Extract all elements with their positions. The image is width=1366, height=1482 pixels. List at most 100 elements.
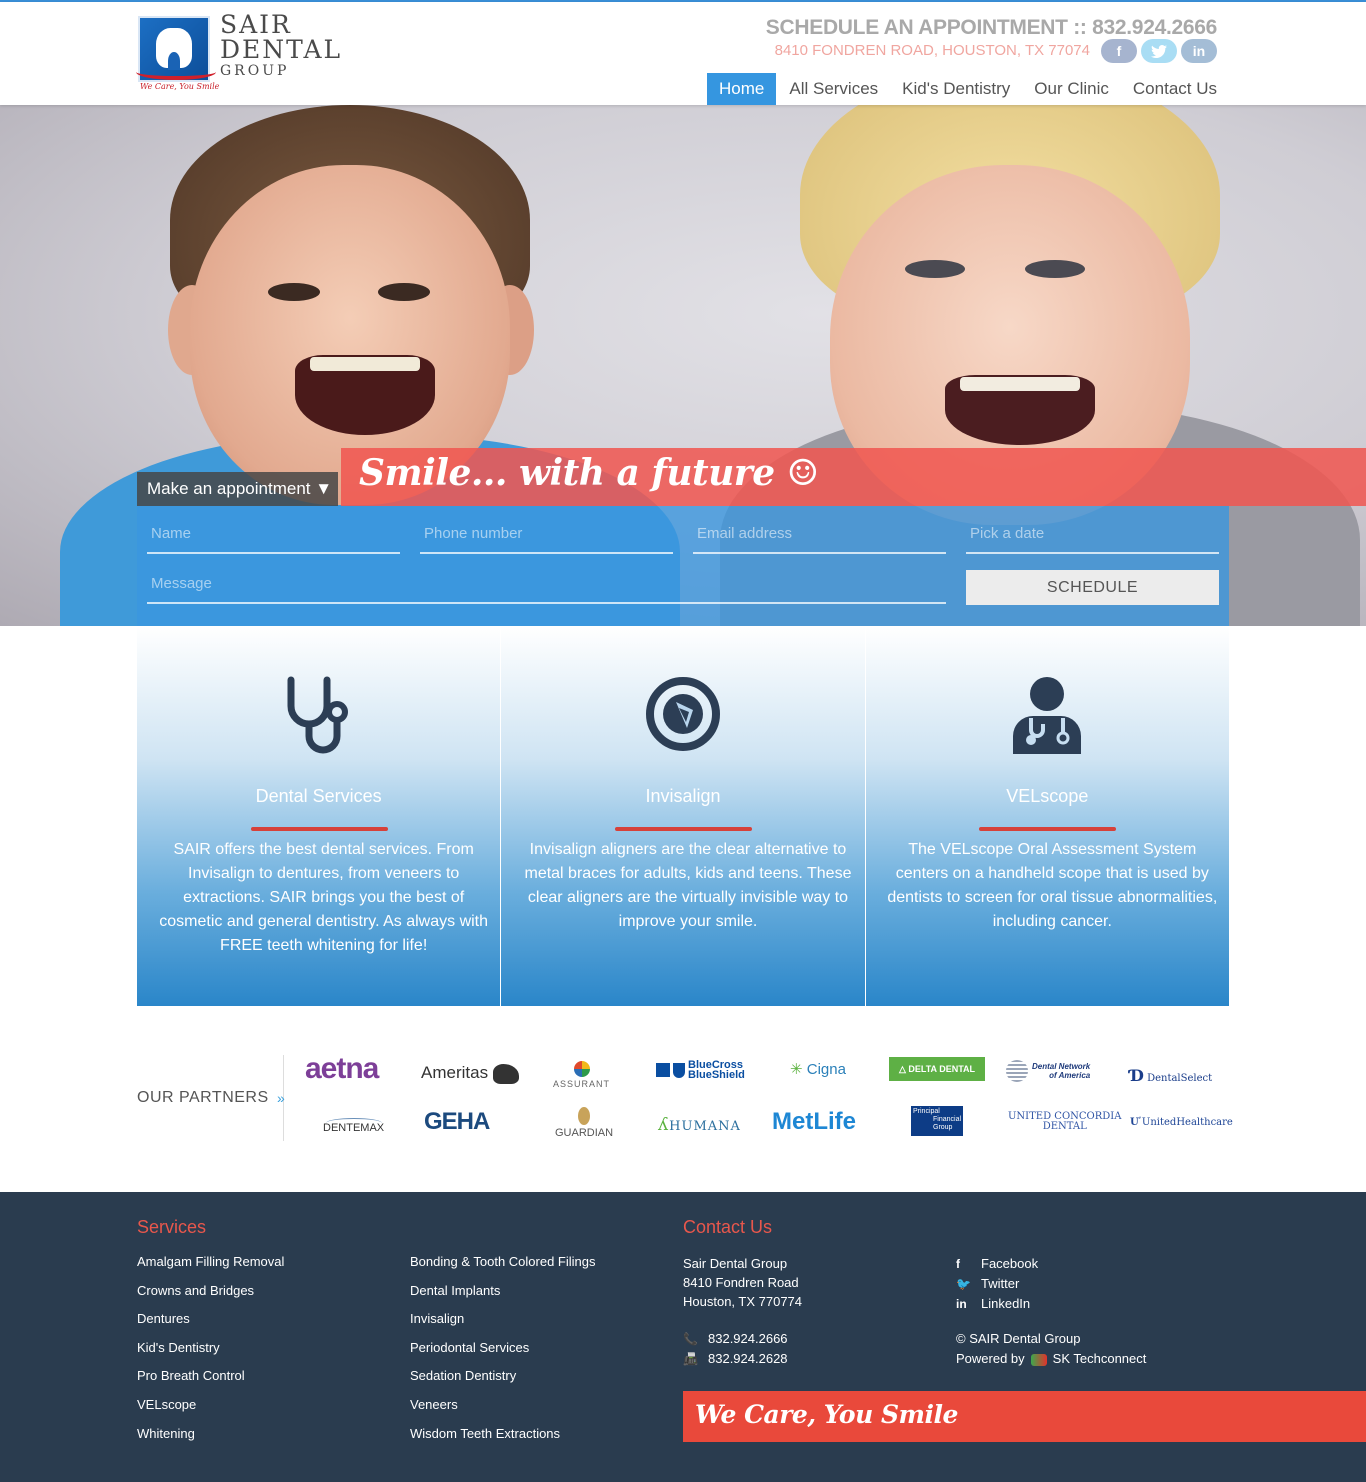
partner-name: DELTA DENTAL xyxy=(908,1064,976,1074)
partner-name: of America xyxy=(1049,1071,1091,1080)
footer-tagline-text: We Care, You Smile xyxy=(695,1400,958,1429)
partner-logo-principal[interactable]: Principal Financial Group xyxy=(911,1106,963,1136)
service-divider xyxy=(250,827,388,831)
footer-service-link[interactable]: Periodontal Services xyxy=(410,1340,596,1369)
site-footer: Services Amalgam Filling Removal Crowns … xyxy=(0,1192,1366,1482)
powered-by-name: SK Techconnect xyxy=(1052,1351,1147,1366)
footer-phones: 📞 832.924.2666 📠 832.924.2628 xyxy=(683,1329,788,1369)
contact-name: Sair Dental Group xyxy=(683,1256,788,1271)
email-input[interactable]: Email address xyxy=(693,506,946,554)
footer-service-link[interactable]: Amalgam Filling Removal xyxy=(137,1254,284,1283)
tooth-logo-icon xyxy=(136,16,216,82)
footer-service-link[interactable]: Pro Breath Control xyxy=(137,1368,284,1397)
name-input[interactable]: Name xyxy=(147,506,400,554)
nav-contact-us[interactable]: Contact Us xyxy=(1121,73,1217,105)
partner-logo-humana[interactable]: ʎHUMANA xyxy=(658,1114,741,1135)
twitter-icon: 🐦 xyxy=(956,1277,971,1291)
footer-service-link[interactable]: Whitening xyxy=(137,1426,284,1455)
partner-name: Ameritas xyxy=(421,1063,489,1082)
appointment-form: Name Phone number Email address Pick a d… xyxy=(137,506,1229,626)
globe-icon xyxy=(1006,1060,1028,1082)
phone-input[interactable]: Phone number xyxy=(420,506,673,554)
twitter-icon[interactable] xyxy=(1141,39,1177,63)
partner-name: DentalSelect xyxy=(1147,1073,1213,1084)
nav-kids-dentistry[interactable]: Kid's Dentistry xyxy=(890,73,1022,105)
partner-logo-united-concordia[interactable]: UNITED CONCORDIA DENTAL xyxy=(1008,1112,1121,1132)
facebook-icon[interactable]: f xyxy=(1101,39,1137,63)
message-input[interactable]: Message xyxy=(147,556,946,604)
social-label: Twitter xyxy=(981,1276,1020,1291)
service-card-dental[interactable]: Dental Services SAIR offers the best den… xyxy=(137,626,501,1006)
partner-name: Cigna xyxy=(806,1061,846,1078)
footer-copyright: © SAIR Dental Group Powered by SK Techcon… xyxy=(956,1329,1146,1369)
footer-service-link[interactable]: Veneers xyxy=(410,1397,596,1426)
make-appointment-toggle[interactable]: Make an appointment ▼ xyxy=(137,472,338,506)
service-card-invisalign[interactable]: Invisalign Invisalign aligners are the c… xyxy=(501,626,865,1006)
service-title: Dental Services xyxy=(255,786,382,806)
partner-logo-dental-network[interactable]: Dental Network of America xyxy=(1006,1060,1090,1082)
logo-sair: SAIR xyxy=(220,10,292,39)
partner-logo-unitedhealthcare[interactable]: Ư UnitedHealthcare xyxy=(1130,1117,1233,1128)
footer-service-link[interactable]: Sedation Dentistry xyxy=(410,1368,596,1397)
footer-phone[interactable]: 📞 832.924.2666 xyxy=(683,1329,788,1349)
humana-figure-icon: ʎ xyxy=(658,1114,670,1135)
footer-facebook-link[interactable]: f Facebook xyxy=(956,1254,1038,1274)
partner-logo-assurant[interactable]: ASSURANT xyxy=(553,1061,610,1089)
logo-group: GROUP xyxy=(220,63,290,79)
nav-our-clinic[interactable]: Our Clinic xyxy=(1022,73,1121,105)
partner-logo-ameritas[interactable]: Ameritas xyxy=(421,1063,519,1084)
footer-service-link[interactable]: Invisalign xyxy=(410,1311,596,1340)
partner-logo-geha[interactable]: GEHA xyxy=(424,1108,490,1136)
footer-services-col1: Amalgam Filling Removal Crowns and Bridg… xyxy=(137,1254,284,1454)
schedule-appointment-phone[interactable]: SCHEDULE AN APPOINTMENT :: 832.924.2666 xyxy=(766,16,1218,40)
partner-logo-dentemax[interactable]: DENTEMAX xyxy=(323,1118,384,1134)
partner-logo-aetna[interactable]: aetna xyxy=(305,1052,379,1086)
footer-services-col2: Bonding & Tooth Colored Filings Dental I… xyxy=(410,1254,596,1454)
service-card-velscope[interactable]: VELscope The VELscope Oral Assessment Sy… xyxy=(865,626,1229,1006)
partner-logo-bcbs[interactable]: BlueCross BlueShield xyxy=(656,1060,745,1081)
footer-service-link[interactable]: Bonding & Tooth Colored Filings xyxy=(410,1254,596,1283)
main-nav: Home All Services Kid's Dentistry Our Cl… xyxy=(707,73,1217,105)
service-description: SAIR offers the best dental services. Fr… xyxy=(159,841,489,954)
footer-service-link[interactable]: VELscope xyxy=(137,1397,284,1426)
phone-number: 832.924.2666 xyxy=(708,1331,788,1346)
lion-icon xyxy=(492,1063,519,1084)
guardian-knight-icon xyxy=(578,1107,591,1125)
fax-icon: 📠 xyxy=(683,1352,698,1366)
copyright-text: © SAIR Dental Group xyxy=(956,1331,1081,1346)
service-title: VELscope xyxy=(1006,786,1089,806)
linkedin-icon[interactable]: in xyxy=(1181,39,1217,63)
partner-logo-cigna[interactable]: ✳ Cigna xyxy=(790,1060,846,1078)
service-description: The VELscope Oral Assessment System cent… xyxy=(887,841,1218,930)
service-title: Invisalign xyxy=(645,786,721,806)
schedule-button[interactable]: SCHEDULE xyxy=(966,570,1219,605)
hero-photo-teeth xyxy=(960,377,1080,391)
footer-service-link[interactable]: Kid's Dentistry xyxy=(137,1340,284,1369)
footer-service-link[interactable]: Wisdom Teeth Extractions xyxy=(410,1426,596,1455)
powered-by-label: Powered by xyxy=(956,1351,1025,1366)
sair-logo[interactable]: SAIR DENTAL GROUP We Care, You Smile xyxy=(136,10,348,94)
partner-logo-delta-dental[interactable]: △ DELTA DENTAL xyxy=(889,1057,985,1081)
powered-by[interactable]: Powered by SK Techconnect xyxy=(956,1349,1146,1369)
date-picker-input[interactable]: Pick a date xyxy=(966,506,1219,554)
footer-service-link[interactable]: Dentures xyxy=(137,1311,284,1340)
partner-logo-guardian[interactable]: GUARDIAN xyxy=(555,1107,613,1139)
footer-service-link[interactable]: Crowns and Bridges xyxy=(137,1283,284,1312)
doctor-icon xyxy=(1007,674,1087,756)
hero-banner-text: Smile... with a future ☺ xyxy=(359,452,819,494)
footer-linkedin-link[interactable]: in LinkedIn xyxy=(956,1294,1038,1314)
stethoscope-icon xyxy=(279,674,359,756)
footer-service-link[interactable]: Dental Implants xyxy=(410,1283,596,1312)
sk-techconnect-logo-icon xyxy=(1030,1353,1047,1366)
partner-logo-dentalselect[interactable]: Ɗ DentalSelect xyxy=(1130,1066,1212,1085)
header-address: 8410 FONDREN ROAD, HOUSTON, TX 77074 xyxy=(774,42,1090,59)
dentalselect-icon: Ɗ xyxy=(1130,1066,1144,1085)
hero-photo-eye xyxy=(1025,260,1085,278)
nav-all-services[interactable]: All Services xyxy=(777,73,890,105)
phone-icon: 📞 xyxy=(683,1332,698,1346)
service-description: Invisalign aligners are the clear altern… xyxy=(524,841,852,930)
footer-twitter-link[interactable]: 🐦 Twitter xyxy=(956,1274,1038,1294)
facebook-icon: f xyxy=(956,1257,960,1271)
partner-logo-metlife[interactable]: MetLife xyxy=(772,1108,856,1136)
nav-home[interactable]: Home xyxy=(707,73,777,105)
